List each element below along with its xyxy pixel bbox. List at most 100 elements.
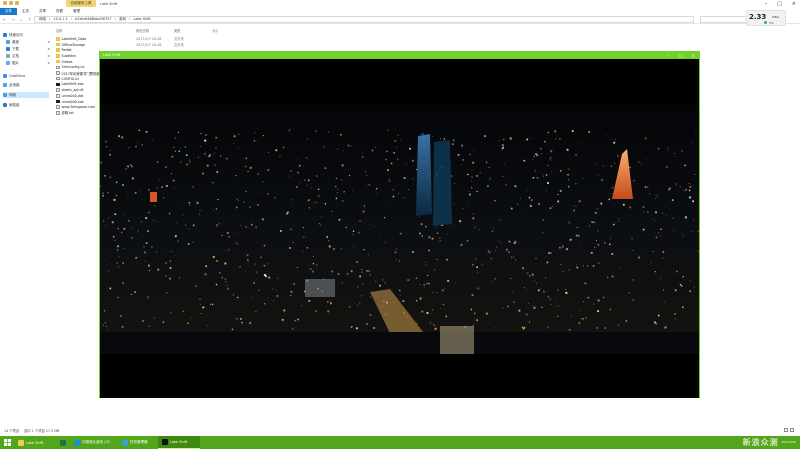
minimize-icon[interactable]: –	[765, 0, 768, 8]
column-header-date[interactable]: 修改日期	[136, 28, 149, 33]
file-icon	[56, 76, 60, 81]
sidebar-item-7[interactable]: 网络	[3, 92, 49, 98]
file-name: LakeShift_Data	[61, 36, 87, 41]
network-speed-widget[interactable]: 2.33 MB/s 3%	[746, 10, 786, 26]
taskbar-item-label: 任务管理器	[130, 440, 148, 444]
file-name: 2017年玩家春节门票的使用	[61, 71, 103, 76]
breadcrumb-separator-icon: ›	[129, 17, 131, 21]
taskbar-item-1[interactable]	[56, 436, 70, 449]
folder-icon	[56, 48, 60, 52]
nav-item-icon	[3, 103, 7, 107]
speed-sub-value: 3%	[769, 21, 774, 25]
tab-share[interactable]: 共享	[34, 8, 51, 15]
file-name: unins000.exe	[61, 99, 84, 104]
breadcrumb-games[interactable]: 游戏	[119, 17, 126, 22]
taskbar-item-4[interactable]: Lake Shift	[158, 436, 200, 449]
nav-item-icon	[6, 61, 10, 65]
windows-logo-icon	[3, 439, 11, 446]
taskbar-item-label: 中国商业游戏 (2T...	[82, 440, 113, 444]
app-tools-context-tab[interactable]: 应用程序工具	[66, 0, 96, 7]
sidebar-item-6[interactable]: 此电脑	[3, 82, 49, 88]
tab-manage[interactable]: 管理	[68, 8, 85, 15]
nav-item-label: 此电脑	[9, 82, 20, 87]
nav-item-label: 图片	[12, 60, 19, 65]
explorer-titlebar: 应用程序工具 Lake Shift – □ ×	[0, 0, 800, 8]
ribbon-tabs: 文件 主页 共享 查看 管理	[0, 8, 800, 15]
file-name: Videos	[61, 59, 73, 64]
clock-date: 2017/3/20	[781, 439, 796, 444]
column-header-type[interactable]: 类型	[174, 28, 180, 33]
sidebar-item-1[interactable]: 桌面 ✱	[6, 39, 52, 45]
game-viewport[interactable]	[100, 59, 699, 398]
forward-arrow-icon[interactable]: →	[11, 16, 14, 23]
taskbar-item-2[interactable]: 中国商业游戏 (2T...	[70, 436, 118, 449]
file-name: LakeShift.exe	[61, 82, 84, 87]
minimize-icon[interactable]: –	[668, 52, 670, 59]
breadcrumb-share[interactable]: b2dcef488ebe56707	[75, 17, 111, 22]
tab-view[interactable]: 查看	[51, 8, 68, 15]
file-type: 文件夹	[174, 43, 184, 48]
breadcrumb-network[interactable]: 网络	[39, 17, 46, 22]
file-name: 3dmConfig.ini	[61, 65, 85, 70]
address-row: ← → ⌄ ↑ 网络 › 10.0.1.1 › b2dcef488ebe5670…	[0, 15, 800, 24]
status-bar: 14 个项目 选中 1 个项目 17.3 MB	[4, 428, 59, 433]
pin-icon: ✱	[47, 54, 50, 58]
sidebar-item-0[interactable]: 快速访问	[3, 32, 49, 38]
clock[interactable]: 2017/3/20	[781, 439, 796, 445]
breadcrumb-separator-icon: ›	[70, 17, 73, 21]
folder-icon	[56, 59, 60, 64]
taskbar-item-0[interactable]: Lake Shift	[14, 436, 56, 449]
breadcrumb-current[interactable]: Lake Shift	[133, 17, 150, 22]
folder-icon	[56, 54, 60, 58]
file-name: unins000.dat	[61, 93, 84, 98]
recent-chevron-icon[interactable]: ⌄	[20, 16, 23, 23]
nav-item-icon	[3, 74, 7, 78]
large-icons-view-icon[interactable]	[790, 428, 794, 432]
taskbar-item-label: Lake Shift	[26, 440, 44, 445]
explorer-window-title: Lake Shift	[100, 2, 118, 6]
file-date: 2017/2/7 20:48	[136, 42, 162, 47]
file-name: 说明.txt	[61, 111, 74, 116]
pin-icon: ✱	[47, 61, 50, 65]
up-arrow-icon[interactable]: ↑	[28, 16, 31, 23]
tab-file[interactable]: 文件	[0, 8, 17, 15]
nav-item-icon	[6, 47, 10, 51]
game-window[interactable]: Lake Shift – □ ×	[99, 51, 700, 398]
nav-item-label: 下载	[12, 46, 19, 51]
taskbar-app-icon	[162, 439, 168, 445]
file-icon	[56, 111, 60, 115]
maximize-icon[interactable]: □	[679, 52, 683, 59]
sidebar-item-5[interactable]: OneDrive	[3, 73, 49, 79]
close-icon[interactable]: ×	[692, 52, 695, 59]
file-name: Redist	[61, 48, 72, 53]
application-icon	[56, 82, 60, 87]
item-count: 14 个项目	[4, 429, 20, 433]
file-type: 文件夹	[174, 37, 184, 42]
close-icon[interactable]: ×	[792, 0, 796, 8]
application-icon	[56, 99, 60, 104]
game-titlebar[interactable]: Lake Shift – □ ×	[100, 52, 699, 59]
maximize-icon[interactable]: □	[777, 0, 782, 8]
tab-home[interactable]: 主页	[17, 8, 34, 15]
taskbar-item-3[interactable]: 任务管理器	[118, 436, 158, 449]
file-name: steam_api.dll	[61, 88, 84, 93]
taskbar-app-icon	[74, 439, 80, 446]
sidebar-item-8[interactable]: 家庭组	[3, 102, 49, 108]
details-view-icon[interactable]	[784, 428, 788, 432]
column-header-name[interactable]: 名称	[56, 28, 62, 33]
breadcrumb-separator-icon: ›	[114, 17, 117, 21]
column-header-size[interactable]: 大小	[212, 28, 218, 33]
sidebar-item-3[interactable]: 文档 ✱	[6, 53, 52, 59]
status-dot-icon	[764, 21, 767, 24]
speed-value: 2.33	[749, 13, 767, 21]
taskbar: Lake Shift 中国商业游戏 (2T... 任务管理器 Lake Shift 新…	[0, 436, 800, 449]
file-icon	[56, 105, 60, 109]
quick-access-toolbar[interactable]	[3, 1, 27, 6]
start-button[interactable]	[0, 436, 14, 449]
sidebar-item-4[interactable]: 图片 ✱	[6, 60, 52, 66]
breadcrumb-host[interactable]: 10.0.1.1	[53, 17, 67, 22]
back-arrow-icon[interactable]: ←	[3, 16, 6, 23]
address-bar[interactable]: 网络 › 10.0.1.1 › b2dcef488ebe56707 › 游戏 ›…	[34, 16, 694, 23]
folder-icon	[56, 37, 60, 41]
sidebar-item-2[interactable]: 下载 ✱	[6, 46, 52, 52]
